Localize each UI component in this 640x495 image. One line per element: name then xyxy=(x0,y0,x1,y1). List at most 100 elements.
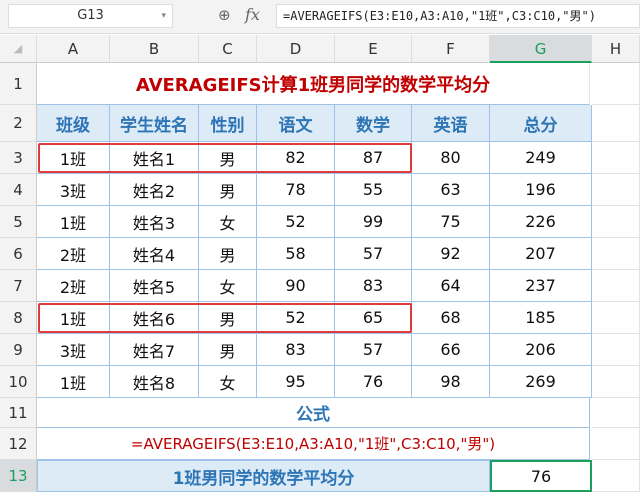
column-header-H[interactable]: H xyxy=(592,35,640,63)
data-cell[interactable]: 206 xyxy=(490,334,592,366)
data-cell[interactable]: 95 xyxy=(257,366,335,398)
data-cell[interactable]: 99 xyxy=(335,206,412,238)
row-header-6[interactable]: 6 xyxy=(0,238,37,270)
column-header-C[interactable]: C xyxy=(199,35,257,63)
cell-H5[interactable] xyxy=(592,206,640,238)
data-cell[interactable]: 68 xyxy=(412,302,490,334)
data-cell[interactable]: 55 xyxy=(335,174,412,206)
data-cell[interactable]: 男 xyxy=(199,238,257,270)
title-cell[interactable]: AVERAGEIFS计算1班男同学的数学平均分 xyxy=(37,63,590,105)
row-header-10[interactable]: 10 xyxy=(0,366,37,398)
data-cell[interactable]: 80 xyxy=(412,142,490,174)
data-cell[interactable]: 3班 xyxy=(37,174,110,206)
result-value-cell[interactable]: 76 xyxy=(490,460,592,492)
cell-H11[interactable] xyxy=(592,398,640,428)
row-header-11[interactable]: 11 xyxy=(0,398,37,428)
data-cell[interactable]: 249 xyxy=(490,142,592,174)
data-cell[interactable]: 63 xyxy=(412,174,490,206)
data-cell[interactable]: 83 xyxy=(257,334,335,366)
data-cell[interactable]: 姓名8 xyxy=(110,366,199,398)
cell-H13[interactable] xyxy=(592,460,640,492)
formula-label-cell[interactable]: 公式 xyxy=(37,398,590,428)
data-cell[interactable]: 姓名7 xyxy=(110,334,199,366)
data-cell[interactable]: 52 xyxy=(257,206,335,238)
data-cell[interactable]: 姓名2 xyxy=(110,174,199,206)
row-header-7[interactable]: 7 xyxy=(0,270,37,302)
data-cell[interactable]: 58 xyxy=(257,238,335,270)
cell-H12[interactable] xyxy=(592,428,640,460)
column-header-D[interactable]: D xyxy=(257,35,335,63)
cell-H8[interactable] xyxy=(592,302,640,334)
formula-text-cell[interactable]: =AVERAGEIFS(E3:E10,A3:A10,"1班",C3:C10,"男… xyxy=(37,428,590,460)
row-header-5[interactable]: 5 xyxy=(0,206,37,238)
data-cell[interactable]: 83 xyxy=(335,270,412,302)
row-header-2[interactable]: 2 xyxy=(0,105,37,142)
name-box[interactable]: G13 ▾ xyxy=(8,4,173,28)
result-label-cell[interactable]: 1班男同学的数学平均分 xyxy=(37,460,490,492)
column-header-F[interactable]: F xyxy=(412,35,490,63)
cell-H9[interactable] xyxy=(592,334,640,366)
header-cell[interactable]: 学生姓名 xyxy=(110,105,199,142)
row-header-12[interactable]: 12 xyxy=(0,428,37,460)
data-cell[interactable]: 女 xyxy=(199,206,257,238)
data-cell[interactable]: 64 xyxy=(412,270,490,302)
header-cell[interactable]: 英语 xyxy=(412,105,490,142)
data-cell[interactable]: 姓名4 xyxy=(110,238,199,270)
cell-H3[interactable] xyxy=(592,142,640,174)
data-cell[interactable]: 女 xyxy=(199,270,257,302)
column-header-G[interactable]: G xyxy=(490,35,592,63)
row-header-1[interactable]: 1 xyxy=(0,63,37,105)
data-cell[interactable]: 姓名5 xyxy=(110,270,199,302)
data-cell[interactable]: 226 xyxy=(490,206,592,238)
data-cell[interactable]: 76 xyxy=(335,366,412,398)
data-cell[interactable]: 3班 xyxy=(37,334,110,366)
row-header-9[interactable]: 9 xyxy=(0,334,37,366)
select-all-corner[interactable]: ◢ xyxy=(0,35,37,63)
data-cell[interactable]: 207 xyxy=(490,238,592,270)
data-cell[interactable]: 2班 xyxy=(37,270,110,302)
cell-H10[interactable] xyxy=(592,366,640,398)
data-cell[interactable]: 269 xyxy=(490,366,592,398)
column-header-B[interactable]: B xyxy=(110,35,199,63)
row-header-3[interactable]: 3 xyxy=(0,142,37,174)
chevron-down-icon[interactable]: ▾ xyxy=(161,5,166,27)
data-cell[interactable]: 姓名3 xyxy=(110,206,199,238)
row-header-4[interactable]: 4 xyxy=(0,174,37,206)
data-cell[interactable]: 女 xyxy=(199,366,257,398)
data-cell[interactable]: 2班 xyxy=(37,238,110,270)
data-cell[interactable]: 男 xyxy=(199,174,257,206)
data-cell[interactable]: 92 xyxy=(412,238,490,270)
row-header-8[interactable]: 8 xyxy=(0,302,37,334)
data-cell[interactable]: 196 xyxy=(490,174,592,206)
formula-bar: G13 ▾ ⊕ fx =AVERAGEIFS(E3:E10,A3:A10,"1班"… xyxy=(0,0,640,34)
zoom-icon[interactable]: ⊕ xyxy=(218,6,231,24)
row-header-13[interactable]: 13 xyxy=(0,460,37,492)
data-cell[interactable]: 1班 xyxy=(37,366,110,398)
data-cell[interactable]: 78 xyxy=(257,174,335,206)
cell-H2[interactable] xyxy=(592,105,640,142)
fx-icon[interactable]: fx xyxy=(245,5,260,24)
header-cell[interactable]: 语文 xyxy=(257,105,335,142)
cell-H4[interactable] xyxy=(592,174,640,206)
column-header-E[interactable]: E xyxy=(335,35,412,63)
data-cell[interactable]: 98 xyxy=(412,366,490,398)
cell-reference: G13 xyxy=(77,8,104,23)
formula-input[interactable]: =AVERAGEIFS(E3:E10,A3:A10,"1班",C3:C10,"男… xyxy=(276,4,640,28)
cell-H6[interactable] xyxy=(592,238,640,270)
data-cell[interactable]: 57 xyxy=(335,238,412,270)
data-cell[interactable]: 66 xyxy=(412,334,490,366)
header-cell[interactable]: 总分 xyxy=(490,105,592,142)
header-cell[interactable]: 数学 xyxy=(335,105,412,142)
data-cell[interactable]: 1班 xyxy=(37,206,110,238)
column-header-A[interactable]: A xyxy=(37,35,110,63)
cell-H7[interactable] xyxy=(592,270,640,302)
header-cell[interactable]: 性别 xyxy=(199,105,257,142)
header-cell[interactable]: 班级 xyxy=(37,105,110,142)
data-cell[interactable]: 75 xyxy=(412,206,490,238)
data-cell[interactable]: 237 xyxy=(490,270,592,302)
data-cell[interactable]: 57 xyxy=(335,334,412,366)
data-cell[interactable]: 185 xyxy=(490,302,592,334)
data-cell[interactable]: 男 xyxy=(199,334,257,366)
cell-H1[interactable] xyxy=(592,63,640,105)
data-cell[interactable]: 90 xyxy=(257,270,335,302)
